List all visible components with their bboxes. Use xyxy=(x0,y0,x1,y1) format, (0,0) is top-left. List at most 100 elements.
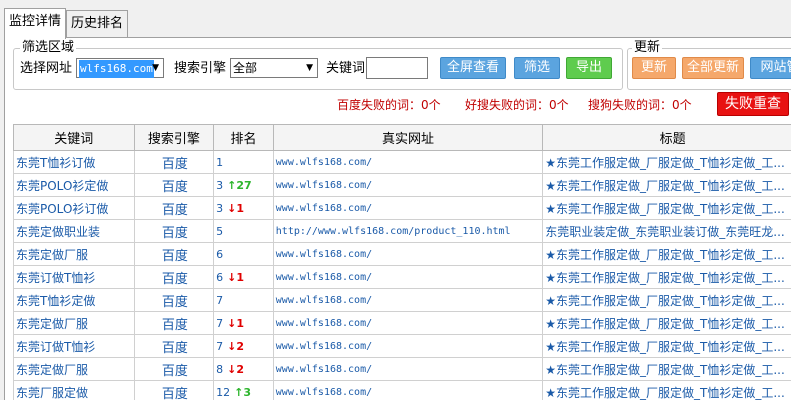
cell-url[interactable]: www.wlfs168.com/ xyxy=(272,265,544,289)
cell-engine: 百度 xyxy=(133,150,215,174)
monitor-panel: 筛选区域 选择网址 wlfs168.com ▼ 搜索引擎 全部 ▼ 关键词 全屏… xyxy=(4,37,791,400)
cell-title: ★东莞工作服定做_厂服定做_T恤衫定做_工... xyxy=(542,173,791,197)
chevron-down-icon[interactable]: ▼ xyxy=(306,59,313,77)
cell-url[interactable]: www.wlfs168.com/ xyxy=(272,196,544,220)
arrow-down-icon: ↓1 xyxy=(227,316,245,330)
arrow-down-icon: ↓1 xyxy=(227,201,245,215)
update-area-legend: 更新 xyxy=(632,40,663,56)
table-row[interactable]: 东莞订做T恤衫 百度 7 ↓2 www.wlfs168.com/★东莞工作服定做_厂服定… xyxy=(13,334,791,358)
cell-url[interactable]: http://www.wlfs168.com/product_110.html xyxy=(272,219,544,243)
cell-engine: 百度 xyxy=(133,380,215,400)
update-area: 更新 更新 全部更新 网站管 xyxy=(627,40,791,90)
export-button[interactable]: 导出 xyxy=(566,57,612,79)
cell-engine: 百度 xyxy=(133,357,215,381)
cell-title: ★东莞工作服定做_厂服定做_T恤衫定做_工... xyxy=(542,357,791,381)
col-header-engine[interactable]: 搜索引擎 xyxy=(133,124,215,151)
cell-url[interactable]: www.wlfs168.com/ xyxy=(272,173,544,197)
rank-change: 3 xyxy=(243,385,252,399)
cell-rank: 6 xyxy=(213,242,274,266)
site-select-value: wlfs168.com xyxy=(79,60,154,78)
table-row[interactable]: 东莞定做厂服 百度 6 www.wlfs168.com/★东莞工作服定做_厂服定做_T… xyxy=(13,242,791,266)
cell-title: ★东莞工作服定做_厂服定做_T恤衫定做_工... xyxy=(542,288,791,312)
cell-engine: 百度 xyxy=(133,288,215,312)
arrow-down-icon: ↓2 xyxy=(227,362,245,376)
site-label: 选择网址 xyxy=(20,61,73,76)
tab-monitor-details[interactable]: 监控详情 xyxy=(4,8,66,39)
rank-change: 1 xyxy=(236,316,245,330)
cell-title: 东莞职业装定做_东莞职业装订做_东莞旺龙... xyxy=(542,219,791,243)
engine-select[interactable]: 全部 ▼ xyxy=(230,58,318,78)
rank-value: 5 xyxy=(216,224,224,238)
rank-value: 8 xyxy=(216,362,224,376)
site-manage-button[interactable]: 网站管 xyxy=(750,57,791,79)
cell-engine: 百度 xyxy=(133,265,215,289)
cell-url[interactable]: www.wlfs168.com/ xyxy=(272,311,544,335)
cell-rank: 6 ↓1 xyxy=(213,265,274,289)
cell-url[interactable]: www.wlfs168.com/ xyxy=(272,357,544,381)
haosou-fail-count: 好搜失败的词：0个 xyxy=(465,98,569,112)
cell-rank: 7 ↓1 xyxy=(213,311,274,335)
rank-change: 2 xyxy=(236,339,245,353)
cell-engine: 百度 xyxy=(133,334,215,358)
keyword-input[interactable] xyxy=(366,57,428,79)
cell-keyword: 东莞订做T恤衫 xyxy=(13,334,135,358)
tab-history-ranking[interactable]: 历史排名 xyxy=(66,10,128,38)
filter-area: 筛选区域 选择网址 wlfs168.com ▼ 搜索引擎 全部 ▼ 关键词 全屏… xyxy=(13,40,623,90)
table-row[interactable]: 东莞POLO衫定做 百度 3 ↑27 www.wlfs168.com/★东莞工作服定做_… xyxy=(13,173,791,197)
cell-rank: 5 xyxy=(213,219,274,243)
rank-change: 1 xyxy=(236,201,245,215)
table-row[interactable]: 东莞T恤衫定做 百度 7 www.wlfs168.com/★东莞工作服定做_厂服定做_… xyxy=(13,288,791,312)
fullscreen-view-button[interactable]: 全屏查看 xyxy=(440,57,506,79)
cell-engine: 百度 xyxy=(133,311,215,335)
rank-value: 6 xyxy=(216,247,224,261)
table-row[interactable]: 东莞T恤衫订做 百度 1 www.wlfs168.com/★东莞工作服定做_厂服定做_… xyxy=(13,150,791,174)
baidu-fail-count: 百度失败的词：0个 xyxy=(337,98,441,112)
cell-rank: 3 ↓1 xyxy=(213,196,274,220)
update-button[interactable]: 更新 xyxy=(632,57,676,79)
cell-url[interactable]: www.wlfs168.com/ xyxy=(272,380,544,400)
site-select[interactable]: wlfs168.com ▼ xyxy=(76,58,164,78)
table-row[interactable]: 东莞订做T恤衫 百度 6 ↓1 www.wlfs168.com/★东莞工作服定做_厂服定… xyxy=(13,265,791,289)
cell-keyword: 东莞T恤衫定做 xyxy=(13,288,135,312)
update-all-button[interactable]: 全部更新 xyxy=(682,57,744,79)
cell-keyword: 东莞厂服定做 xyxy=(13,380,135,400)
cell-engine: 百度 xyxy=(133,196,215,220)
arrow-up-icon: ↑3 xyxy=(234,385,252,399)
table-row[interactable]: 东莞定做厂服 百度 8 ↓2 www.wlfs168.com/★东莞工作服定做_厂服定做… xyxy=(13,357,791,381)
cell-keyword: 东莞定做厂服 xyxy=(13,311,135,335)
engine-label: 搜索引擎 xyxy=(174,61,227,76)
cell-url[interactable]: www.wlfs168.com/ xyxy=(272,242,544,266)
table-row[interactable]: 东莞POLO衫订做 百度 3 ↓1 www.wlfs168.com/★东莞工作服定做_厂… xyxy=(13,196,791,220)
rank-value: 3 xyxy=(216,201,224,215)
cell-url[interactable]: www.wlfs168.com/ xyxy=(272,334,544,358)
cell-rank: 1 xyxy=(213,150,274,174)
rank-value: 1 xyxy=(216,155,224,169)
rank-value: 7 xyxy=(216,339,224,353)
cell-title: ★东莞工作服定做_厂服定做_T恤衫定做_工... xyxy=(542,380,791,400)
cell-url[interactable]: www.wlfs168.com/ xyxy=(272,150,544,174)
cell-title: ★东莞工作服定做_厂服定做_T恤衫定做_工... xyxy=(542,265,791,289)
cell-keyword: 东莞定做厂服 xyxy=(13,242,135,266)
filter-button[interactable]: 筛选 xyxy=(514,57,560,79)
cell-rank: 8 ↓2 xyxy=(213,357,274,381)
retry-failed-button[interactable]: 失败重查 xyxy=(717,92,789,116)
keyword-label: 关键词 xyxy=(326,61,366,76)
sogou-fail-count: 搜狗失败的词：0个 xyxy=(588,98,692,112)
cell-keyword: 东莞定做厂服 xyxy=(13,357,135,381)
cell-keyword: 东莞定做职业装 xyxy=(13,219,135,243)
cell-engine: 百度 xyxy=(133,219,215,243)
table-row[interactable]: 东莞定做厂服 百度 7 ↓1 www.wlfs168.com/★东莞工作服定做_厂服定做… xyxy=(13,311,791,335)
cell-rank: 7 ↓2 xyxy=(213,334,274,358)
col-header-title[interactable]: 标题 xyxy=(542,124,791,151)
cell-keyword: 东莞订做T恤衫 xyxy=(13,265,135,289)
col-header-keyword[interactable]: 关键词 xyxy=(13,124,135,151)
col-header-rank[interactable]: 排名 xyxy=(213,124,274,151)
table-row[interactable]: 东莞厂服定做 百度 12 ↑3 www.wlfs168.com/★东莞工作服定做_厂服定… xyxy=(13,380,791,400)
cell-title: ★东莞工作服定做_厂服定做_T恤衫定做_工... xyxy=(542,242,791,266)
col-header-url[interactable]: 真实网址 xyxy=(272,124,544,151)
cell-rank: 12 ↑3 xyxy=(213,380,274,400)
table-row[interactable]: 东莞定做职业装 百度 5 http://www.wlfs168.com/product… xyxy=(13,219,791,243)
arrow-down-icon: ↓2 xyxy=(227,339,245,353)
chevron-down-icon[interactable]: ▼ xyxy=(152,59,159,77)
cell-url[interactable]: www.wlfs168.com/ xyxy=(272,288,544,312)
